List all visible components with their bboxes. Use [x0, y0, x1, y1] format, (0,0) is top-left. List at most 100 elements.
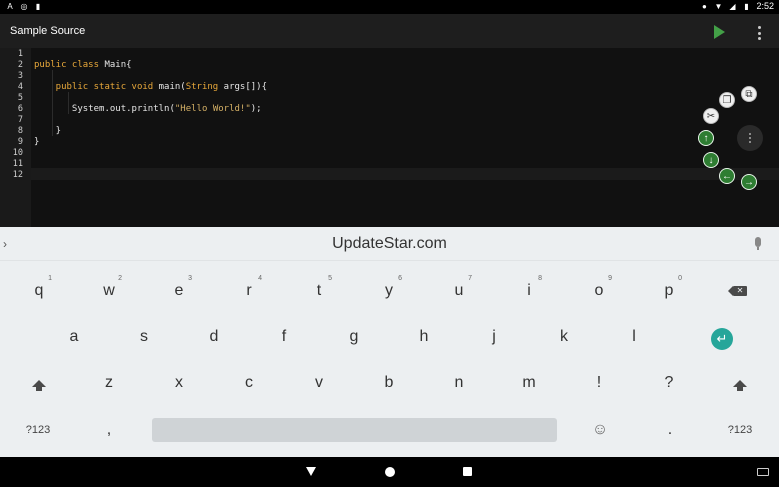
key-![interactable]: !: [564, 361, 634, 405]
period-key[interactable]: .: [635, 408, 705, 452]
suggestion-word[interactable]: UpdateStar.com: [0, 235, 779, 253]
backspace-key[interactable]: ✕: [705, 269, 775, 313]
notification-a-icon: A: [7, 2, 13, 11]
key-q[interactable]: q1: [4, 269, 74, 313]
key-f[interactable]: f: [249, 315, 319, 359]
key-t[interactable]: t5: [284, 269, 354, 313]
key-z[interactable]: z: [74, 361, 144, 405]
key-i[interactable]: i8: [494, 269, 564, 313]
navigation-bar: [0, 457, 779, 487]
shift-key-right[interactable]: [705, 361, 775, 405]
code-line: }: [34, 137, 40, 147]
key-d[interactable]: d: [179, 315, 249, 359]
arrow-up-icon[interactable]: ↑: [698, 130, 714, 146]
line-number-gutter: 1 2 3 4 5 6 7 8 9 10 11 12: [0, 48, 31, 227]
more-vert-icon[interactable]: [756, 26, 762, 40]
battery-icon: ▮: [744, 1, 749, 11]
key-x[interactable]: x: [144, 361, 214, 405]
key-c[interactable]: c: [214, 361, 284, 405]
line-number: 8: [17, 126, 23, 136]
key-j[interactable]: j: [459, 315, 529, 359]
shift-key-left[interactable]: [4, 361, 74, 405]
key-y[interactable]: y6: [354, 269, 424, 313]
symbols-key-left[interactable]: ?123: [3, 408, 73, 452]
mic-icon[interactable]: [755, 237, 761, 250]
line-number: 2: [17, 60, 23, 70]
notification-circle-icon: ◎: [20, 2, 28, 11]
key-b[interactable]: b: [354, 361, 424, 405]
key-hint: 9: [608, 275, 612, 282]
suggestion-strip: › UpdateStar.com: [0, 227, 779, 261]
home-icon[interactable]: [385, 467, 395, 477]
key-w[interactable]: w2: [74, 269, 144, 313]
key-hint: 2: [118, 275, 122, 282]
app-title: Sample Source: [10, 25, 86, 37]
code-editor[interactable]: 1 2 3 4 5 6 7 8 9 10 11 12 public class Main{ publi…: [0, 48, 779, 227]
key-hint: 5: [328, 275, 332, 282]
location-icon: ●: [702, 1, 707, 11]
key-g[interactable]: g: [319, 315, 389, 359]
code-line: System.out.println("Hello World!");: [34, 104, 262, 114]
wifi-icon: ▼: [714, 1, 723, 11]
key-hint: 0: [678, 275, 682, 282]
emoji-key[interactable]: ☺: [565, 408, 635, 452]
copy-icon[interactable]: ❐: [719, 92, 735, 108]
sd-card-icon: ▮: [35, 2, 41, 11]
line-number: 5: [17, 93, 23, 103]
recents-icon[interactable]: [463, 467, 472, 476]
key-hint: 8: [538, 275, 542, 282]
line-number: 6: [17, 104, 23, 114]
signal-icon: ◢: [729, 1, 736, 11]
line-number: 7: [17, 115, 23, 125]
key-o[interactable]: o9: [564, 269, 634, 313]
cut-icon[interactable]: ✂: [703, 108, 719, 124]
arrow-right-icon[interactable]: →: [741, 174, 757, 190]
key-l[interactable]: l: [599, 315, 669, 359]
key-hint: 7: [468, 275, 472, 282]
key-u[interactable]: u7: [424, 269, 494, 313]
space-bar[interactable]: [152, 418, 557, 442]
symbols-key-right[interactable]: ?123: [705, 408, 775, 452]
key-p[interactable]: p0: [634, 269, 704, 313]
enter-key[interactable]: ↵: [687, 317, 757, 361]
key-a[interactable]: a: [39, 315, 109, 359]
paste-icon[interactable]: ⧉: [741, 86, 757, 102]
key-hint: 4: [258, 275, 262, 282]
key-v[interactable]: v: [284, 361, 354, 405]
back-icon[interactable]: [306, 467, 316, 476]
comma-key[interactable]: ,: [74, 408, 144, 452]
code-area[interactable]: public class Main{ public static void ma…: [34, 48, 779, 227]
line-number: 1: [17, 49, 23, 59]
key-k[interactable]: k: [529, 315, 599, 359]
key-r[interactable]: r4: [214, 269, 284, 313]
code-line: public static void main(String args[]){: [34, 82, 268, 92]
code-line: }: [34, 126, 62, 136]
key-n[interactable]: n: [424, 361, 494, 405]
key-hint: 6: [398, 275, 402, 282]
play-icon[interactable]: [714, 25, 725, 39]
enter-icon: ↵: [711, 328, 733, 350]
key-?[interactable]: ?: [634, 361, 704, 405]
line-number: 9: [17, 137, 23, 147]
line-number: 3: [17, 71, 23, 81]
soft-keyboard: ✕ ↵ ?123 , ☺ . ?123 q1w2e3r4t5y6u7i8o9p0…: [0, 261, 779, 457]
key-s[interactable]: s: [109, 315, 179, 359]
key-m[interactable]: m: [494, 361, 564, 405]
shift-icon: [733, 379, 747, 391]
key-hint: 3: [188, 275, 192, 282]
line-number: 10: [12, 148, 23, 158]
key-h[interactable]: h: [389, 315, 459, 359]
app-bar: Sample Source: [0, 14, 779, 48]
line-number: 4: [17, 82, 23, 92]
backspace-icon: ✕: [728, 286, 747, 296]
status-time: 2:52: [756, 1, 774, 11]
arrow-left-icon[interactable]: ←: [719, 168, 735, 184]
keyboard-switch-icon[interactable]: [757, 468, 769, 476]
shift-icon: [32, 379, 46, 391]
arrow-down-icon[interactable]: ↓: [703, 152, 719, 168]
key-e[interactable]: e3: [144, 269, 214, 313]
line-number: 12: [12, 170, 23, 180]
code-line: public class Main{: [34, 60, 132, 70]
tools-more-icon[interactable]: [737, 125, 763, 151]
status-bar: A ◎ ▮ ● ▼ ◢ ▮ 2:52: [0, 0, 779, 14]
